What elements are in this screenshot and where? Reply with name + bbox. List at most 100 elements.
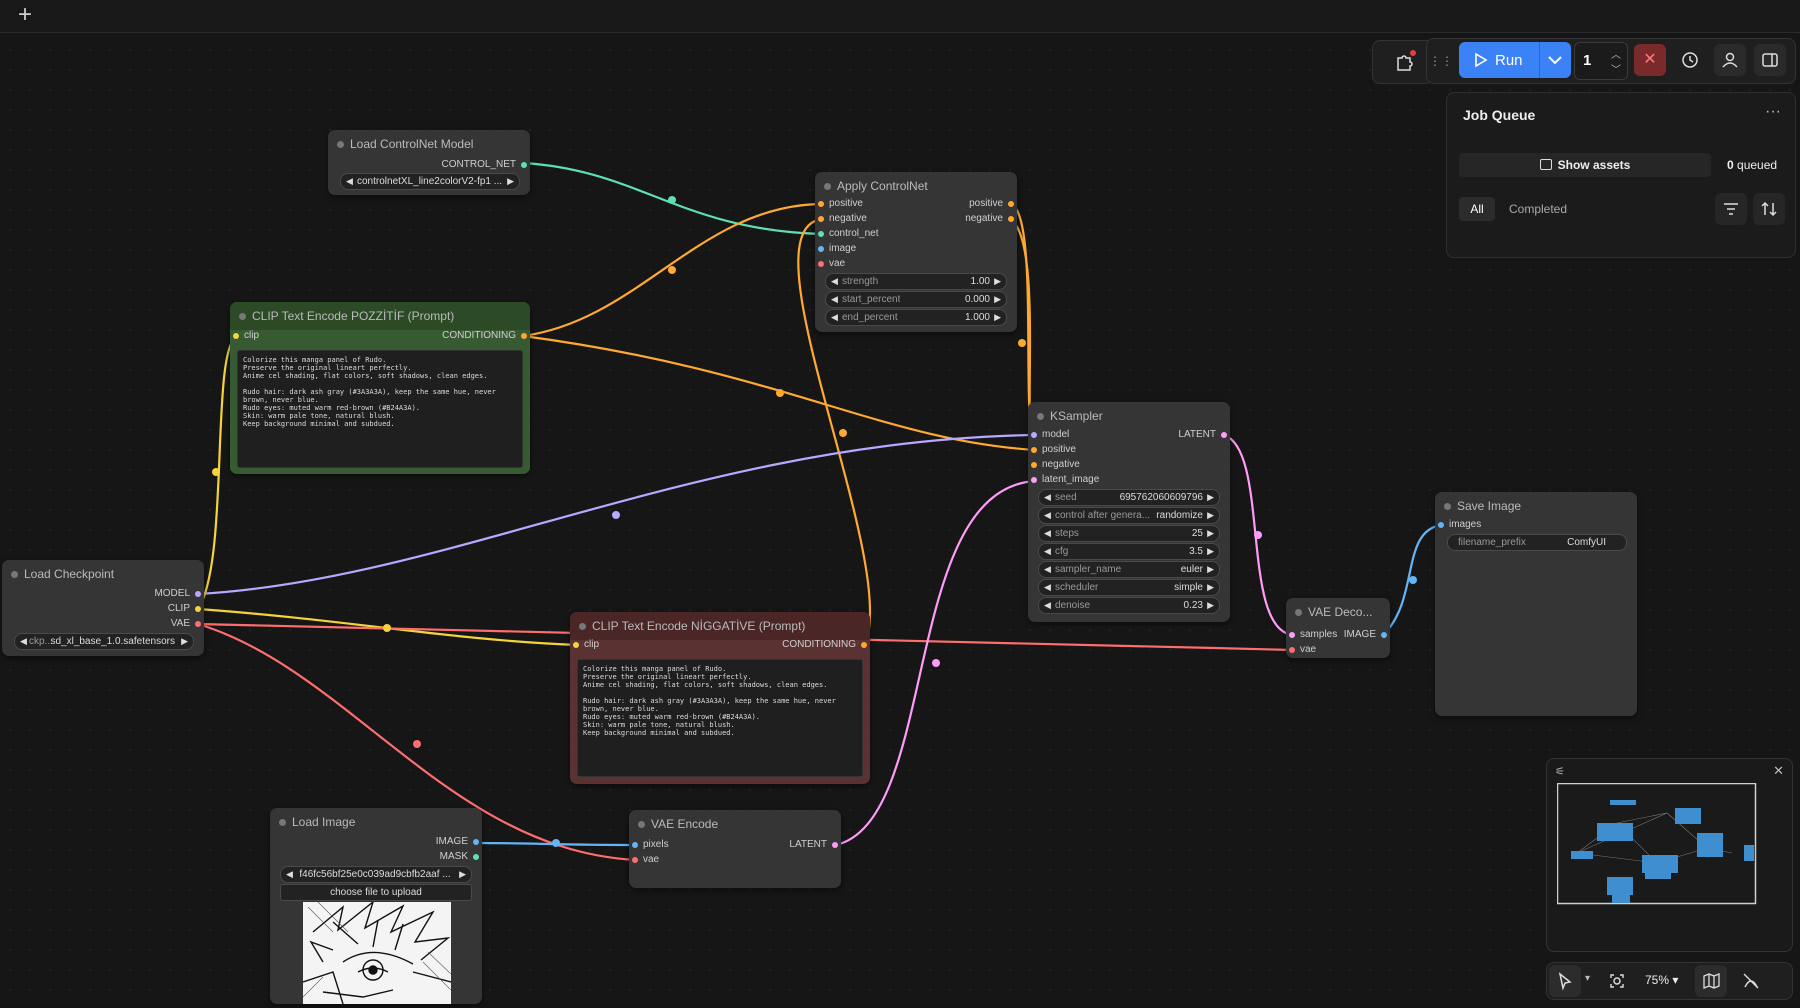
prompt-textarea[interactable]: Colorize this manga panel of Rudo. Prese…	[237, 350, 523, 468]
input-control-net[interactable]: control_net	[815, 227, 878, 241]
input-clip[interactable]: clip	[230, 329, 259, 343]
plus-icon[interactable]: +	[12, 2, 38, 28]
model-name-combo[interactable]: ◀ controlnetXL_line2colorV2-fp1 ... ▶	[340, 173, 520, 190]
sampler-name-widget[interactable]: ◀ sampler_name euler ▶	[1038, 561, 1220, 578]
output-image[interactable]: IMAGE	[368, 835, 482, 849]
input-negative[interactable]: negative	[1028, 458, 1080, 472]
input-model[interactable]: model	[1028, 428, 1069, 442]
node-ksampler[interactable]: KSampler model positive negative latent_…	[1028, 402, 1230, 622]
output-vae[interactable]: VAE	[90, 617, 204, 631]
input-latent-image[interactable]: latent_image	[1028, 473, 1099, 487]
input-vae[interactable]: vae	[815, 257, 845, 271]
output-negative[interactable]: negative	[903, 212, 1017, 226]
tab-all[interactable]: All	[1459, 197, 1495, 221]
steps-widget[interactable]: ◀ steps 25 ▶	[1038, 525, 1220, 542]
chevron-down-icon[interactable]	[1545, 42, 1565, 78]
input-images[interactable]: images	[1435, 518, 1481, 532]
seed-widget[interactable]: ◀ seed 695762060609796 ▶	[1038, 489, 1220, 506]
decrement-icon[interactable]: ﹀	[1611, 61, 1621, 76]
output-positive[interactable]: positive	[903, 197, 1017, 211]
ckpt-name-combo[interactable]: ◀ ckp... sd_xl_base_1.0.safetensors ▶	[14, 633, 194, 650]
node-vae-decode[interactable]: VAE Deco... samples vae IMAGE	[1286, 598, 1390, 658]
node-vae-encode[interactable]: VAE Encode pixels vae LATENT	[629, 810, 841, 888]
scheduler-widget[interactable]: ◀ scheduler simple ▶	[1038, 579, 1220, 596]
output-latent[interactable]: LATENT	[1116, 428, 1230, 442]
output-image[interactable]: IMAGE	[1326, 628, 1390, 642]
settings-sliders-icon[interactable]: ⚟	[1555, 765, 1565, 778]
collapse-dot-icon[interactable]	[824, 183, 831, 190]
output-conditioning[interactable]: CONDITIONING	[366, 329, 530, 343]
collapse-dot-icon[interactable]	[1037, 413, 1044, 420]
node-title: Apply ControlNet	[837, 179, 928, 193]
collapse-dot-icon[interactable]	[337, 141, 344, 148]
node-clip-text-encode-positive[interactable]: CLIP Text Encode POZZİTİF (Prompt) clip …	[230, 302, 530, 474]
output-control-net[interactable]: CONTROL_NET	[326, 158, 530, 172]
arrow-left-icon[interactable]: ◀	[346, 174, 353, 189]
more-options-icon[interactable]: ···	[1765, 103, 1781, 121]
zoom-level[interactable]: 75% ▾	[1645, 973, 1678, 987]
node-title: VAE Encode	[651, 817, 719, 831]
history-icon[interactable]	[1674, 44, 1706, 76]
input-pixels[interactable]: pixels	[629, 838, 669, 852]
image-preview	[303, 902, 451, 1004]
input-image[interactable]: image	[815, 242, 856, 256]
batch-count-input[interactable]: 1 ︿ ﹀	[1574, 42, 1628, 80]
collapse-dot-icon[interactable]	[239, 313, 246, 320]
collapse-dot-icon[interactable]	[1444, 503, 1451, 510]
tab-completed[interactable]: Completed	[1509, 197, 1567, 221]
control-after-generate-widget[interactable]: ◀ control after genera... randomize ▶	[1038, 507, 1220, 524]
run-button[interactable]: Run	[1459, 42, 1571, 78]
collapse-dot-icon[interactable]	[11, 571, 18, 578]
input-negative[interactable]: negative	[815, 212, 867, 226]
cancel-button[interactable]: ✕	[1634, 44, 1666, 76]
select-tool-icon[interactable]	[1549, 965, 1581, 997]
input-vae[interactable]: vae	[1286, 643, 1316, 657]
map-icon[interactable]	[1695, 965, 1727, 997]
sort-icon[interactable]	[1753, 193, 1785, 225]
node-title: CLIP Text Encode NİGGATİVE (Prompt)	[592, 619, 806, 633]
close-icon[interactable]: ✕	[1773, 763, 1784, 779]
input-clip[interactable]: clip	[570, 638, 599, 652]
output-mask[interactable]: MASK	[368, 850, 482, 864]
output-latent[interactable]: LATENT	[727, 838, 841, 852]
node-save-image[interactable]: Save Image images filename_prefix ComfyUI	[1435, 492, 1637, 716]
show-assets-button[interactable]: Show assets	[1459, 153, 1711, 177]
node-apply-controlnet[interactable]: Apply ControlNet positive negative contr…	[815, 172, 1017, 332]
node-load-controlnet[interactable]: Load ControlNet Model CONTROL_NET ◀ contr…	[328, 130, 530, 195]
user-icon[interactable]	[1714, 44, 1746, 76]
node-load-image[interactable]: Load Image IMAGE MASK ◀ f46fc56bf25e0c039…	[270, 808, 482, 1004]
denoise-widget[interactable]: ◀ denoise 0.23 ▶	[1038, 597, 1220, 614]
collapse-dot-icon[interactable]	[1295, 609, 1302, 616]
node-load-checkpoint[interactable]: Load Checkpoint MODEL CLIP VAE ◀ ckp... sd…	[2, 560, 204, 656]
collapse-dot-icon[interactable]	[638, 821, 645, 828]
puzzle-icon[interactable]	[1387, 46, 1419, 78]
filename-prefix-widget[interactable]: filename_prefix ComfyUI	[1447, 534, 1627, 551]
end-percent-widget[interactable]: ◀ end_percent 1.000 ▶	[825, 309, 1007, 326]
output-clip[interactable]: CLIP	[90, 602, 204, 616]
filter-icon[interactable]	[1715, 193, 1747, 225]
input-vae[interactable]: vae	[629, 853, 659, 867]
start-percent-widget[interactable]: ◀ start_percent 0.000 ▶	[825, 291, 1007, 308]
fit-view-icon[interactable]	[1601, 965, 1633, 997]
chevron-down-icon[interactable]: ▾	[1585, 973, 1590, 984]
input-positive[interactable]: positive	[1028, 443, 1076, 457]
output-model[interactable]: MODEL	[90, 587, 204, 601]
hide-links-icon[interactable]	[1735, 965, 1767, 997]
node-title: KSampler	[1050, 409, 1103, 423]
arrow-right-icon[interactable]: ▶	[507, 174, 514, 189]
prompt-textarea[interactable]: Colorize this manga panel of Rudo. Prese…	[577, 659, 863, 777]
input-positive[interactable]: positive	[815, 197, 863, 211]
drag-handle-icon[interactable]: ⋮⋮	[1429, 45, 1453, 77]
image-name-combo[interactable]: ◀ f46fc56bf25e0c039ad9cbfb2aaf ... ▶	[280, 866, 472, 883]
upload-button[interactable]: choose file to upload	[280, 884, 472, 901]
cfg-widget[interactable]: ◀ cfg 3.5 ▶	[1038, 543, 1220, 560]
toggle-panel-icon[interactable]	[1754, 44, 1786, 76]
node-title: Load Image	[292, 815, 356, 829]
collapse-dot-icon[interactable]	[279, 819, 286, 826]
strength-widget[interactable]: ◀ strength 1.00 ▶	[825, 273, 1007, 290]
collapse-dot-icon[interactable]	[579, 623, 586, 630]
minimap[interactable]: ⚟ ✕	[1546, 758, 1793, 952]
output-conditioning[interactable]: CONDITIONING	[706, 638, 870, 652]
increment-icon[interactable]: ︿	[1611, 46, 1621, 61]
node-clip-text-encode-negative[interactable]: CLIP Text Encode NİGGATİVE (Prompt) clip…	[570, 612, 870, 784]
